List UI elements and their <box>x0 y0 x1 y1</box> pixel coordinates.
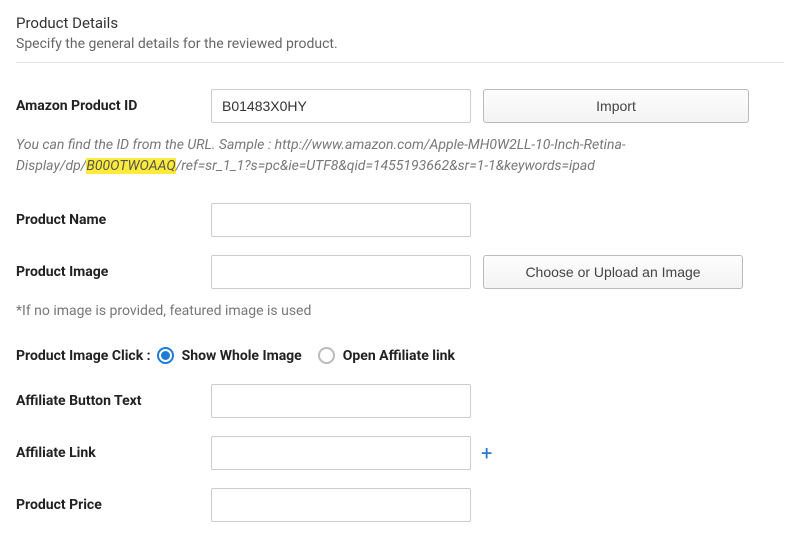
row-affiliate-button-text: Affiliate Button Text <box>16 384 784 418</box>
hint-text-post: /ref=sr_1_1?s=pc&ie=UTF8&qid=1455193662&… <box>176 158 595 174</box>
label-product-price: Product Price <box>16 497 211 513</box>
row-product-price: Product Price <box>16 488 784 522</box>
label-product-image: Product Image <box>16 264 211 280</box>
row-image-click: Product Image Click : Show Whole Image O… <box>16 347 784 364</box>
no-image-note: *If no image is provided, featured image… <box>16 303 784 319</box>
section-header: Product Details Specify the general deta… <box>16 14 784 63</box>
plus-icon[interactable]: + <box>481 443 492 463</box>
radio-show-whole-image-label: Show Whole Image <box>182 348 302 364</box>
section-desc: Specify the general details for the revi… <box>16 36 784 52</box>
upload-image-button[interactable]: Choose or Upload an Image <box>483 255 743 289</box>
product-image-input[interactable] <box>211 255 471 289</box>
radio-disc-icon <box>157 347 174 364</box>
radio-open-affiliate-link-label: Open Affiliate link <box>343 348 455 364</box>
row-affiliate-link: Affiliate Link + <box>16 436 784 470</box>
amazon-id-input[interactable] <box>211 89 471 123</box>
import-button[interactable]: Import <box>483 89 749 123</box>
row-product-name: Product Name <box>16 203 784 237</box>
label-product-name: Product Name <box>16 212 211 228</box>
label-affiliate-button-text: Affiliate Button Text <box>16 393 211 409</box>
row-amazon-id: Amazon Product ID Import <box>16 89 784 123</box>
radio-disc-icon <box>318 347 335 364</box>
hint-highlight: B00OTWOAAQ <box>86 158 175 174</box>
product-name-input[interactable] <box>211 203 471 237</box>
amazon-id-hint: You can find the ID from the URL. Sample… <box>16 135 784 177</box>
label-amazon-id: Amazon Product ID <box>16 98 211 114</box>
product-price-input[interactable] <box>211 488 471 522</box>
radio-show-whole-image[interactable]: Show Whole Image <box>157 347 302 364</box>
section-title: Product Details <box>16 14 784 32</box>
affiliate-link-input[interactable] <box>211 436 471 470</box>
radio-open-affiliate-link[interactable]: Open Affiliate link <box>318 347 455 364</box>
row-product-image: Product Image Choose or Upload an Image <box>16 255 784 289</box>
affiliate-button-text-input[interactable] <box>211 384 471 418</box>
label-image-click: Product Image Click : <box>16 348 151 364</box>
label-affiliate-link: Affiliate Link <box>16 445 211 461</box>
